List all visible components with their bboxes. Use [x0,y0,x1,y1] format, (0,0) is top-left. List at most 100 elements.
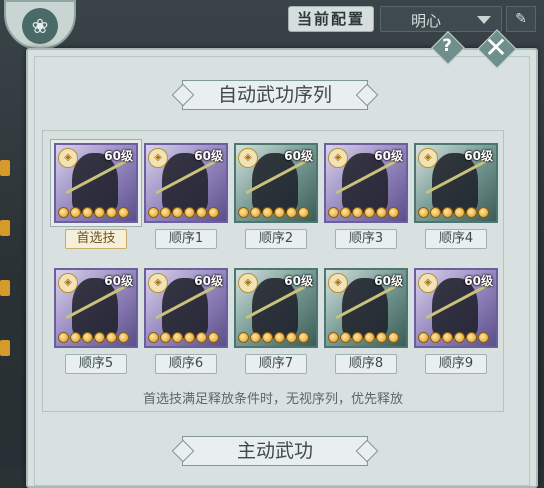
skill-order-label[interactable]: 顺序2 [245,229,307,249]
side-marker [0,280,10,296]
orb-icon [340,207,351,218]
orb-icon [298,332,309,343]
skill-level: 60级 [194,149,223,163]
skill-card[interactable]: ◈ 60级 [324,143,408,223]
upgrade-orbs [148,207,219,219]
skill-level: 60级 [374,149,403,163]
help-button[interactable]: ? [431,31,465,65]
skill-level: 60级 [194,274,223,288]
side-marker [0,220,10,236]
orb-icon [328,207,339,218]
orb-icon [106,332,117,343]
orb-icon [184,332,195,343]
shield-badge-icon: ◈ [238,148,258,168]
orb-icon [70,332,81,343]
orb-icon [196,332,207,343]
orb-icon [58,207,69,218]
skill-card[interactable]: ◈ 60级 [414,268,498,348]
section-title-active-skills: 主动武功 [182,436,368,466]
orb-icon [274,332,285,343]
orb-icon [274,207,285,218]
orb-icon [364,332,375,343]
orb-icon [376,332,387,343]
orb-icon [106,207,117,218]
orb-icon [172,332,183,343]
skill-order-label[interactable]: 顺序1 [155,229,217,249]
orb-icon [70,207,81,218]
shield-badge-icon: ◈ [418,148,438,168]
skill-level: 60级 [464,149,493,163]
upgrade-orbs [58,332,129,344]
orb-icon [430,207,441,218]
orb-icon [148,207,159,218]
orb-icon [328,332,339,343]
skill-order-label[interactable]: 顺序7 [245,354,307,374]
orb-icon [298,207,309,218]
orb-icon [238,207,249,218]
upgrade-orbs [418,332,489,344]
shield-badge-icon: ◈ [328,273,348,293]
orb-icon [250,207,261,218]
orb-icon [388,332,399,343]
upgrade-orbs [328,332,399,344]
orb-icon [286,332,297,343]
skill-level: 60级 [104,274,133,288]
skill-card[interactable]: ◈ 60级 [324,268,408,348]
shield-badge-icon: ◈ [58,273,78,293]
shield-badge-icon: ◈ [418,273,438,293]
orb-icon [160,332,171,343]
skill-order-label[interactable]: 顺序5 [65,354,127,374]
orb-icon [418,207,429,218]
skill-order-label[interactable]: 顺序6 [155,354,217,374]
upgrade-orbs [148,332,219,344]
upgrade-orbs [418,207,489,219]
help-label: ? [442,36,452,56]
orb-icon [454,332,465,343]
orb-icon [466,332,477,343]
skill-card[interactable]: ◈ 60级 [54,143,138,223]
skill-card[interactable]: ◈ 60级 [234,143,318,223]
shield-badge-icon: ◈ [148,273,168,293]
orb-icon [238,332,249,343]
side-marker [0,340,10,356]
orb-icon [352,332,363,343]
orb-icon [340,332,351,343]
skill-order-label[interactable]: 顺序3 [335,229,397,249]
skill-order-label[interactable]: 首选技 [65,229,127,249]
skill-card[interactable]: ◈ 60级 [144,268,228,348]
shield-badge-icon: ◈ [328,148,348,168]
orb-icon [208,207,219,218]
skill-level: 60级 [104,149,133,163]
skill-card[interactable]: ◈ 60级 [234,268,318,348]
orb-icon [442,207,453,218]
skill-card[interactable]: ◈ 60级 [144,143,228,223]
orb-icon [430,332,441,343]
orb-icon [118,332,129,343]
upgrade-orbs [238,332,309,344]
orb-icon [250,332,261,343]
orb-icon [376,207,387,218]
orb-icon [82,332,93,343]
lotus-icon: ❀ [22,8,58,44]
skill-card[interactable]: ◈ 60级 [54,268,138,348]
orb-icon [286,207,297,218]
config-select-value: 明心 [411,12,442,30]
orb-icon [94,332,105,343]
skill-order-label[interactable]: 顺序4 [425,229,487,249]
skill-order-label[interactable]: 顺序8 [335,354,397,374]
orb-icon [442,332,453,343]
skill-card[interactable]: ◈ 60级 [414,143,498,223]
orb-icon [262,332,273,343]
skill-order-label[interactable]: 顺序9 [425,354,487,374]
side-marker [0,160,10,176]
skill-level: 60级 [374,274,403,288]
orb-icon [418,332,429,343]
chevron-down-icon [477,16,491,24]
orb-icon [196,207,207,218]
shield-badge-icon: ◈ [238,273,258,293]
skill-level: 60级 [464,274,493,288]
config-tab[interactable]: 当前配置 [288,6,374,32]
close-button[interactable]: ✕ [476,28,517,69]
orb-icon [184,207,195,218]
shield-badge-icon: ◈ [58,148,78,168]
